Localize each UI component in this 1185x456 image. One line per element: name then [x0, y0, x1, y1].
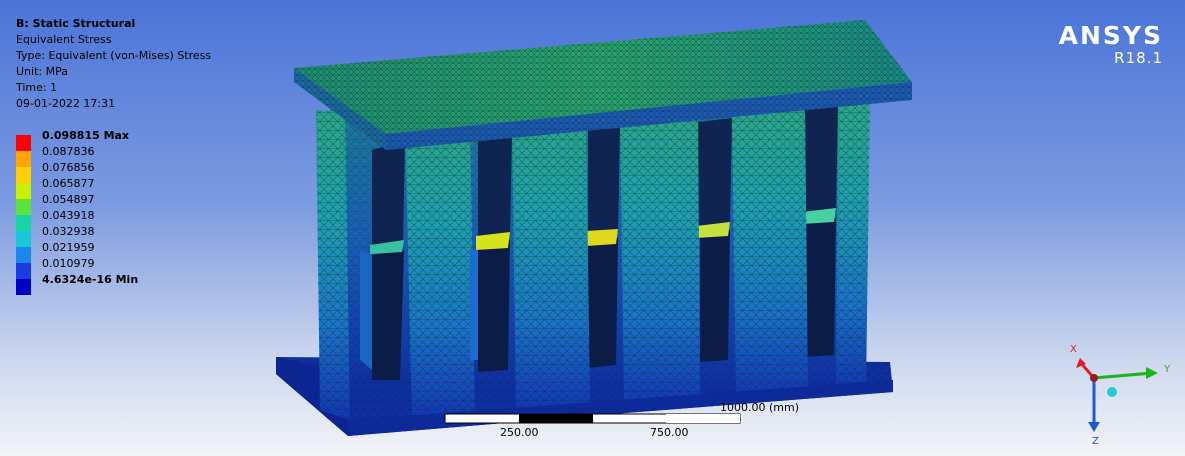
z-axis-label: Z	[1092, 436, 1099, 447]
x-axis-label: X	[1070, 344, 1077, 355]
coordinate-triad[interactable]: X Y Z	[1050, 330, 1180, 450]
y-axis-arrow	[1146, 367, 1158, 379]
y-axis-label: Y	[1163, 364, 1171, 375]
y-axis-line	[1093, 371, 1153, 380]
scale-bar-graphic	[444, 413, 741, 424]
triad-origin	[1090, 374, 1098, 382]
scale-label-quarter: 250.00	[500, 426, 539, 439]
z-axis-arrow	[1088, 422, 1100, 432]
graphics-viewport[interactable]: B: Static Structural Equivalent Stress T…	[0, 0, 1185, 456]
scale-label-three-quarter: 750.00	[650, 426, 689, 439]
scale-label-total: 1000.00 (mm)	[720, 401, 799, 414]
iso-view-sphere[interactable]	[1107, 387, 1117, 397]
